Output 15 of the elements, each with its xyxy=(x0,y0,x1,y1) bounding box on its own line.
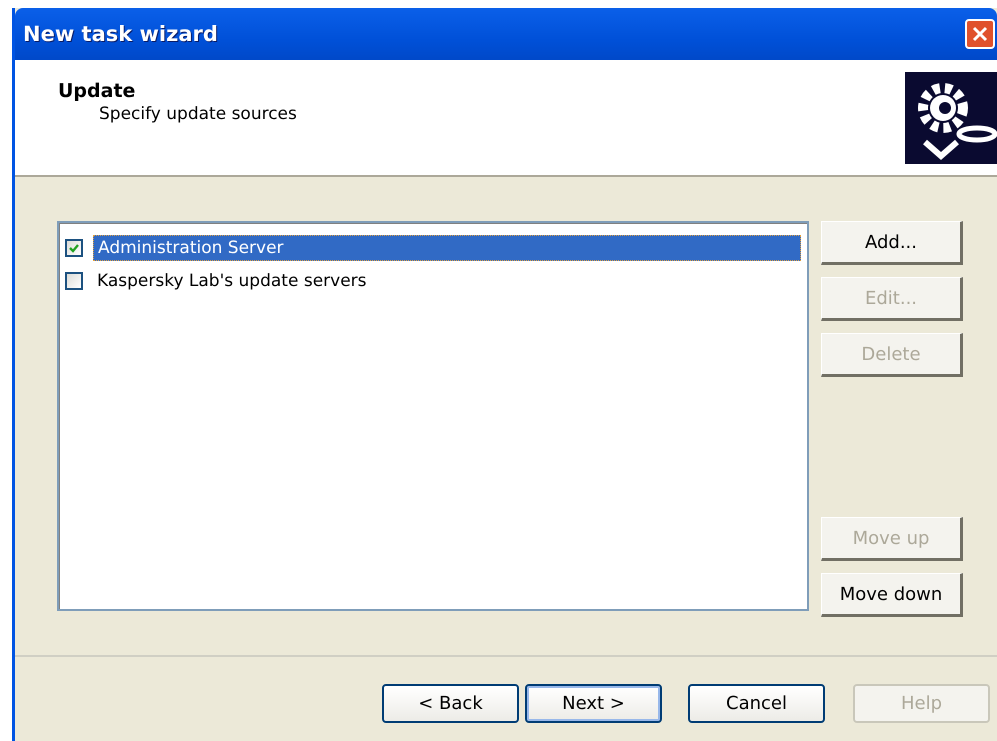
list-item[interactable]: Administration Server xyxy=(93,234,801,260)
window-title: New task wizard xyxy=(23,22,218,46)
wizard-button[interactable]: < Back xyxy=(382,684,519,722)
checkbox[interactable] xyxy=(65,238,83,256)
side-button[interactable]: Add... xyxy=(821,221,963,265)
checkbox[interactable] xyxy=(65,272,83,290)
wizard-button[interactable]: Next > xyxy=(525,684,662,722)
step-subtitle: Specify update sources xyxy=(99,104,297,124)
list-item[interactable]: Kaspersky Lab's update servers xyxy=(93,268,801,292)
close-button[interactable] xyxy=(965,19,995,49)
close-icon xyxy=(970,24,990,44)
checkmark-icon xyxy=(68,242,80,254)
wizard-button[interactable]: Cancel xyxy=(688,684,825,722)
side-button[interactable]: Move down xyxy=(821,573,963,617)
step-title: Update xyxy=(58,80,136,102)
